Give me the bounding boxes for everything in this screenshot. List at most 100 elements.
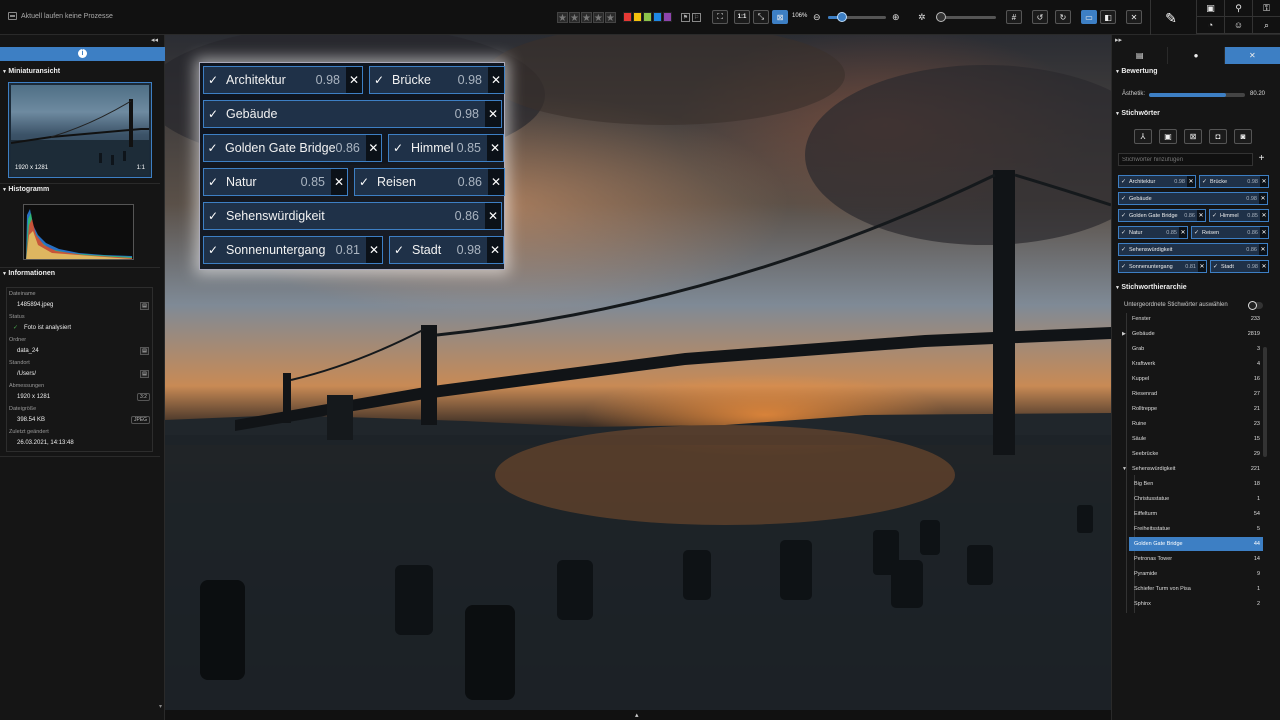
remove-tag-icon[interactable]: ✕ xyxy=(366,237,382,263)
map-pin-icon[interactable]: ⚲ xyxy=(1224,0,1252,17)
rating-section-title[interactable]: Bewertung xyxy=(1115,68,1157,75)
brightness-slider[interactable] xyxy=(936,12,996,22)
remove-tag-icon[interactable]: ✕ xyxy=(331,169,347,195)
folder-open-icon[interactable]: ▤ xyxy=(140,347,149,355)
remove-tag-icon[interactable]: ✕ xyxy=(487,135,503,161)
star-icon[interactable]: ★ xyxy=(604,11,616,24)
fit-screen-button[interactable]: ⤡ xyxy=(753,10,769,24)
check-icon[interactable]: ✓ xyxy=(204,73,222,87)
filmstrip-toggle[interactable]: ▴ xyxy=(165,710,1111,720)
hierarchy-section-title[interactable]: Stichworthierarchie xyxy=(1115,284,1186,291)
check-icon[interactable]: ✓ xyxy=(355,175,373,189)
subkeywords-toggle[interactable] xyxy=(1248,301,1263,310)
remove-chip-icon[interactable]: ✕ xyxy=(1187,176,1195,187)
add-keyword-icon[interactable]: + xyxy=(1255,153,1268,166)
remove-chip-icon[interactable]: ✕ xyxy=(1179,227,1187,238)
check-icon[interactable]: ✓ xyxy=(204,141,221,155)
reject-flag-icon[interactable]: ⚐ xyxy=(692,12,701,22)
remove-tag-icon[interactable]: ✕ xyxy=(365,135,381,161)
keyword-clear-button[interactable]: ⊠ xyxy=(1184,129,1202,144)
hierarchy-item[interactable]: Seebrücke 29 xyxy=(1129,447,1263,461)
check-icon[interactable]: ✓ xyxy=(390,243,408,257)
keyword-export-button[interactable]: ◙ xyxy=(1234,129,1252,144)
overlay-tag[interactable]: ✓ Brücke 0.98 ✕ xyxy=(369,66,505,94)
tab-details[interactable]: ▤ xyxy=(1112,47,1169,64)
star-icon[interactable]: ★ xyxy=(580,11,592,24)
people-icon[interactable]: ☺ xyxy=(1224,17,1252,34)
hierarchy-item[interactable]: ▶ Gebäude 2819 xyxy=(1122,327,1263,341)
keyword-chip[interactable]: ✓ Golden Gate Bridge 0.86 ✕ xyxy=(1118,209,1206,222)
hierarchy-item[interactable]: Freiheitsstatue 5 xyxy=(1129,522,1263,536)
check-icon[interactable]: ✓ xyxy=(1192,229,1201,236)
keyword-chip[interactable]: ✓ Himmel 0.85 ✕ xyxy=(1209,209,1269,222)
keyword-chip[interactable]: ✓ Natur 0.85 ✕ xyxy=(1118,226,1188,239)
rotate-right-button[interactable]: ↻ xyxy=(1055,10,1071,24)
remove-chip-icon[interactable]: ✕ xyxy=(1259,244,1267,255)
keyword-chip[interactable]: ✓ Reisen 0.86 ✕ xyxy=(1191,226,1269,239)
hierarchy-item[interactable]: Pyramide 9 xyxy=(1129,567,1263,581)
remove-chip-icon[interactable]: ✕ xyxy=(1259,193,1267,204)
overlay-tag[interactable]: ✓ Gebäude 0.98 ✕ xyxy=(203,100,502,128)
single-view-button[interactable]: ▭ xyxy=(1081,10,1097,24)
color-label-0[interactable] xyxy=(622,12,632,22)
zoom-out-icon[interactable]: ⊖ xyxy=(813,12,821,22)
hierarchy-item[interactable]: ▼ Sehenswürdigkeit 221 xyxy=(1122,462,1263,476)
overlay-tag[interactable]: ✓ Architektur 0.98 ✕ xyxy=(203,66,363,94)
check-icon[interactable]: ✓ xyxy=(204,209,222,223)
hierarchy-scrollbar[interactable] xyxy=(1263,347,1267,457)
keyword-chip[interactable]: ✓ Architektur 0.98 ✕ xyxy=(1118,175,1196,188)
brightness-slider-knob[interactable] xyxy=(936,12,946,22)
hierarchy-item[interactable]: Big Ben 18 xyxy=(1129,477,1263,491)
chevron-up-icon[interactable]: ▴ xyxy=(635,711,639,719)
check-icon[interactable]: ✓ xyxy=(1119,246,1128,253)
check-icon[interactable]: ✓ xyxy=(1119,263,1128,270)
hierarchy-item[interactable]: Eiffelturm 54 xyxy=(1129,507,1263,521)
overlay-tag[interactable]: ✓ Sehenswürdigkeit 0.86 ✕ xyxy=(203,202,502,230)
remove-tag-icon[interactable]: ✕ xyxy=(485,101,501,127)
check-icon[interactable]: ✓ xyxy=(1119,178,1128,185)
star-icon[interactable]: ★ xyxy=(557,11,568,24)
keywords-section-title[interactable]: Stichwörter xyxy=(1115,110,1160,117)
hierarchy-item[interactable]: Golden Gate Bridge 44 xyxy=(1129,537,1263,551)
overlay-tag[interactable]: ✓ Golden Gate Bridge 0.86 ✕ xyxy=(203,134,382,162)
remove-chip-icon[interactable]: ✕ xyxy=(1260,210,1268,221)
overlay-tag[interactable]: ✓ Stadt 0.98 ✕ xyxy=(389,236,504,264)
hierarchy-item[interactable]: Fenster 233 xyxy=(1129,312,1263,326)
remove-tag-icon[interactable]: ✕ xyxy=(488,67,504,93)
check-icon[interactable]: ✓ xyxy=(1119,195,1128,202)
color-label-4[interactable] xyxy=(662,12,672,22)
keyword-chip[interactable]: ✓ Stadt 0.98 ✕ xyxy=(1210,260,1269,273)
thumbnail-section-title[interactable]: Miniaturansicht xyxy=(2,68,60,75)
hierarchy-item[interactable]: Ruine 23 xyxy=(1129,417,1263,431)
remove-chip-icon[interactable]: ✕ xyxy=(1260,261,1268,272)
expand-arrow-icon[interactable]: ▶ xyxy=(1122,327,1126,341)
remove-chip-icon[interactable]: ✕ xyxy=(1260,176,1268,187)
overlay-tag[interactable]: ✓ Natur 0.85 ✕ xyxy=(203,168,348,196)
remove-chip-icon[interactable]: ✕ xyxy=(1198,261,1206,272)
zoom-slider[interactable] xyxy=(828,12,886,22)
hierarchy-item[interactable]: Christusstatue 1 xyxy=(1129,492,1263,506)
fit-window-button[interactable]: ⊠ xyxy=(772,10,788,24)
hierarchy-item[interactable]: Kuppel 16 xyxy=(1129,372,1263,386)
keyword-chip[interactable]: ✓ Sonnenuntergang 0.81 ✕ xyxy=(1118,260,1207,273)
timeline-icon[interactable]: ◔ xyxy=(1196,17,1224,34)
check-icon[interactable]: ✓ xyxy=(1119,212,1128,219)
hierarchy-item[interactable]: Riesenrad 27 xyxy=(1129,387,1263,401)
hierarchy-item[interactable]: Säule 15 xyxy=(1129,432,1263,446)
hierarchy-item[interactable]: Kraftwerk 4 xyxy=(1129,357,1263,371)
check-icon[interactable]: ✓ xyxy=(204,175,222,189)
search-icon[interactable]: ⌕ xyxy=(1252,17,1280,34)
rotate-left-button[interactable]: ↺ xyxy=(1032,10,1048,24)
expand-arrow-icon[interactable]: ▼ xyxy=(1122,462,1127,476)
keyword-import-button[interactable]: ◘ xyxy=(1209,129,1227,144)
tab-keywords[interactable]: ✕ xyxy=(1224,47,1280,64)
remove-tag-icon[interactable]: ✕ xyxy=(485,203,501,229)
keyword-input[interactable] xyxy=(1118,153,1253,166)
tab-people[interactable]: ● xyxy=(1168,47,1225,64)
star-icon[interactable]: ★ xyxy=(592,11,604,24)
keyword-chip[interactable]: ✓ Sehenswürdigkeit 0.86 ✕ xyxy=(1118,243,1268,256)
hierarchy-item[interactable]: Rolltreppe 21 xyxy=(1129,402,1263,416)
keyword-select-button[interactable]: ▣ xyxy=(1159,129,1177,144)
zoom-slider-knob[interactable] xyxy=(836,12,847,22)
edit-list-icon[interactable]: ✎ xyxy=(1158,8,1184,28)
